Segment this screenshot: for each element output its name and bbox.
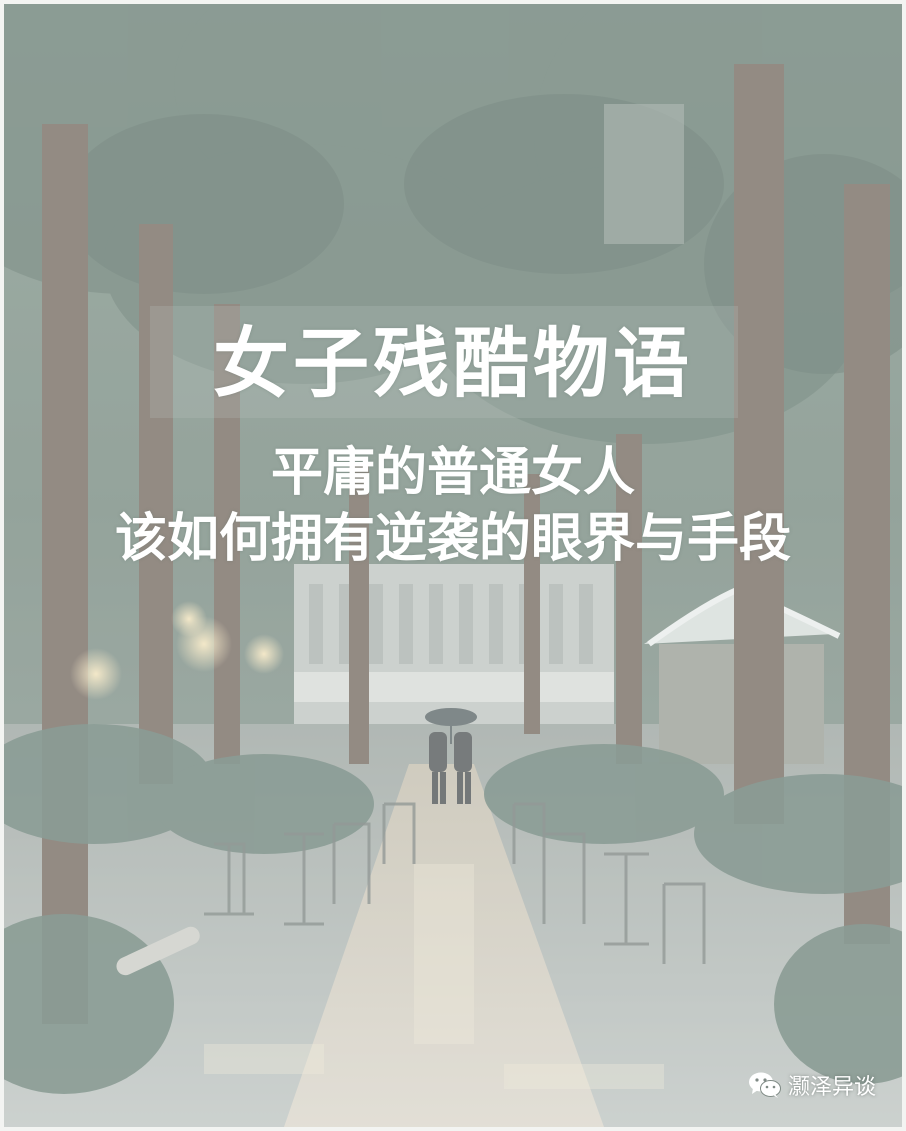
account-watermark: 灏泽异谈 [748,1069,876,1101]
poster-title: 女子残酷物语 [213,319,693,408]
watermark-text: 灏泽异谈 [787,1075,876,1100]
wechat-icon [748,1071,782,1099]
subtitle-line-1: 平庸的普通女人 [270,443,635,503]
poster: 女子残酷物语 平庸的普通女人 该如何拥有逆袭的眼界与手段 灏泽异谈 [0,0,906,1131]
subtitle-line-2: 该如何拥有逆袭的眼界与手段 [114,509,791,569]
